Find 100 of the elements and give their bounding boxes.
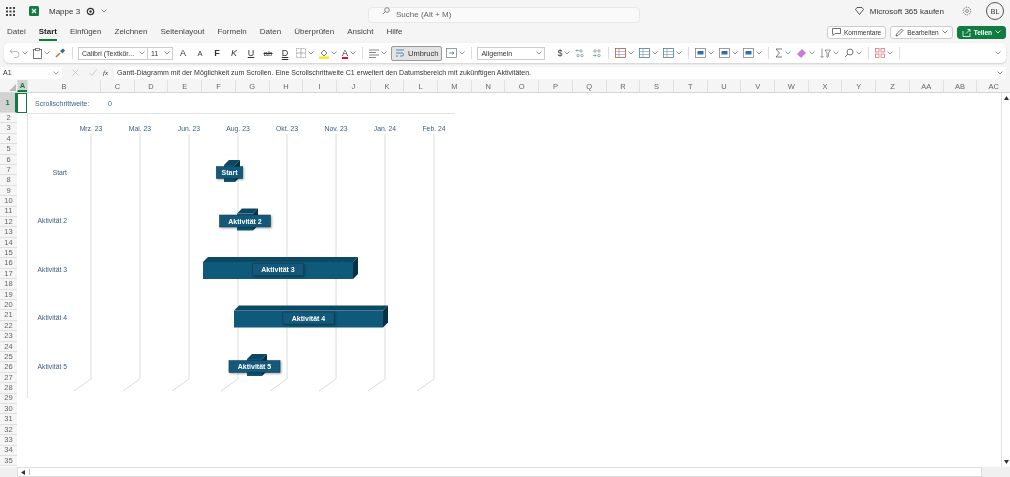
undo-icon <box>9 48 20 58</box>
diamond-icon <box>854 7 864 15</box>
menu-tab[interactable]: Zeichnen <box>114 23 148 41</box>
search-field[interactable]: Suche (Alt + M) <box>368 6 640 23</box>
paste-button[interactable] <box>32 46 51 60</box>
search-icon <box>844 48 855 58</box>
align-button[interactable] <box>368 46 388 60</box>
file-name[interactable]: Mappe 3 <box>49 6 81 16</box>
cells-icon <box>695 48 707 58</box>
share-icon <box>961 27 971 37</box>
chevron-down-icon <box>459 51 466 55</box>
chevron-down-icon <box>833 51 840 55</box>
sigma-icon <box>775 48 784 58</box>
borders-button[interactable] <box>295 46 315 60</box>
selected-cell[interactable] <box>17 93 27 113</box>
cells-icon <box>719 48 731 58</box>
chevron-down-icon <box>44 51 50 55</box>
chevron-down-icon <box>732 51 739 55</box>
chevron-down-icon <box>995 51 1001 55</box>
chevron-down-icon <box>22 51 28 55</box>
menu-tab[interactable]: Einfügen <box>69 23 102 41</box>
chevron-down-icon <box>997 70 1003 75</box>
grow-font-button[interactable]: A <box>176 46 190 60</box>
bold-button[interactable]: F <box>210 46 224 60</box>
chevron-down-icon <box>756 51 763 55</box>
conditional-format-button[interactable] <box>614 46 636 60</box>
cells-icon <box>743 48 755 58</box>
add-ins-button[interactable] <box>874 46 895 60</box>
arrow-up-icon[interactable] <box>1003 96 1009 100</box>
arrow-left-icon[interactable] <box>21 469 25 475</box>
chevron-down-icon <box>628 51 635 55</box>
app-launcher-icon[interactable] <box>6 6 15 16</box>
borders-icon <box>296 48 306 58</box>
table-format-button[interactable] <box>638 46 660 60</box>
double-underline-button[interactable]: D <box>278 46 292 60</box>
chevron-down-icon <box>331 51 337 55</box>
chevron-down-icon <box>676 51 683 55</box>
comment-icon <box>832 28 841 36</box>
search-icon <box>382 7 390 15</box>
chevron-down-icon <box>995 30 1001 34</box>
increase-decimal-icon <box>575 48 587 58</box>
sort-filter-button[interactable] <box>819 46 841 60</box>
grid-icon <box>875 48 886 58</box>
format-painter-button[interactable] <box>54 46 67 60</box>
currency-button[interactable]: $ <box>556 46 572 60</box>
chevron-down-icon[interactable] <box>101 9 108 13</box>
spreadsheet-logo-icon[interactable] <box>29 6 39 16</box>
wrap-text-icon <box>395 48 405 58</box>
find-button[interactable] <box>843 46 864 60</box>
clear-button[interactable] <box>795 46 817 60</box>
cell-styles-button[interactable] <box>662 46 684 60</box>
select-all-icon[interactable] <box>9 84 16 91</box>
chevron-down-icon <box>708 51 715 55</box>
clipboard-icon <box>33 47 42 59</box>
format-cells-button[interactable] <box>742 46 764 60</box>
chevron-down-icon <box>139 51 145 55</box>
table-grid-icon <box>663 48 675 58</box>
chevron-down-icon <box>536 51 543 55</box>
paint-bucket-icon <box>319 47 329 59</box>
settings-icon[interactable] <box>962 6 972 16</box>
align-left-icon <box>369 48 379 58</box>
undo-button[interactable] <box>8 46 29 60</box>
chevron-down-icon <box>809 51 816 55</box>
menu-tab[interactable]: Ansicht <box>347 23 374 41</box>
horizontal-scrollbar[interactable] <box>17 467 982 477</box>
buy-link[interactable]: Microsoft 365 kaufen <box>869 6 944 16</box>
table-grid-icon <box>615 48 627 58</box>
menu-tab[interactable]: Seitenlayout <box>160 23 205 41</box>
checkmark-icon[interactable] <box>89 69 97 76</box>
chevron-down-icon <box>350 51 356 55</box>
strikethrough-button[interactable]: ab <box>261 46 275 60</box>
menu-tab[interactable]: Daten <box>259 23 282 41</box>
autosum-button[interactable] <box>774 46 793 60</box>
insert-cells-button[interactable] <box>694 46 716 60</box>
table-grid-icon <box>639 48 651 58</box>
paintbrush-icon <box>55 48 66 58</box>
chevron-down-icon <box>53 70 59 75</box>
merge-cells-icon <box>446 48 458 58</box>
decrease-decimal-icon <box>591 48 603 58</box>
arrow-down-icon[interactable] <box>1003 460 1009 464</box>
chevron-down-icon <box>887 51 894 55</box>
menu-tab[interactable]: Überprüfen <box>294 23 335 41</box>
eraser-icon <box>796 48 808 58</box>
chevron-down-icon <box>564 51 571 55</box>
italic-button[interactable]: K <box>227 46 241 60</box>
chevron-down-icon <box>785 51 792 55</box>
menu-tab[interactable]: Formeln <box>217 23 247 41</box>
font-color-button[interactable]: A <box>341 46 357 60</box>
vertical-scrollbar[interactable] <box>1001 93 1010 467</box>
menu-tab[interactable]: Datei <box>7 23 26 41</box>
decrease-decimal-button[interactable] <box>590 46 604 60</box>
underline-button[interactable]: U <box>244 46 258 60</box>
merge-button[interactable] <box>445 46 467 60</box>
menu-tab[interactable]: Start <box>38 23 57 41</box>
sort-filter-icon <box>820 48 832 58</box>
chevron-down-icon <box>856 51 863 55</box>
chevron-down-icon <box>164 51 170 55</box>
delete-cells-button[interactable] <box>718 46 740 60</box>
menu-tab[interactable]: Hilfe <box>386 23 403 41</box>
pencil-icon <box>895 27 905 37</box>
